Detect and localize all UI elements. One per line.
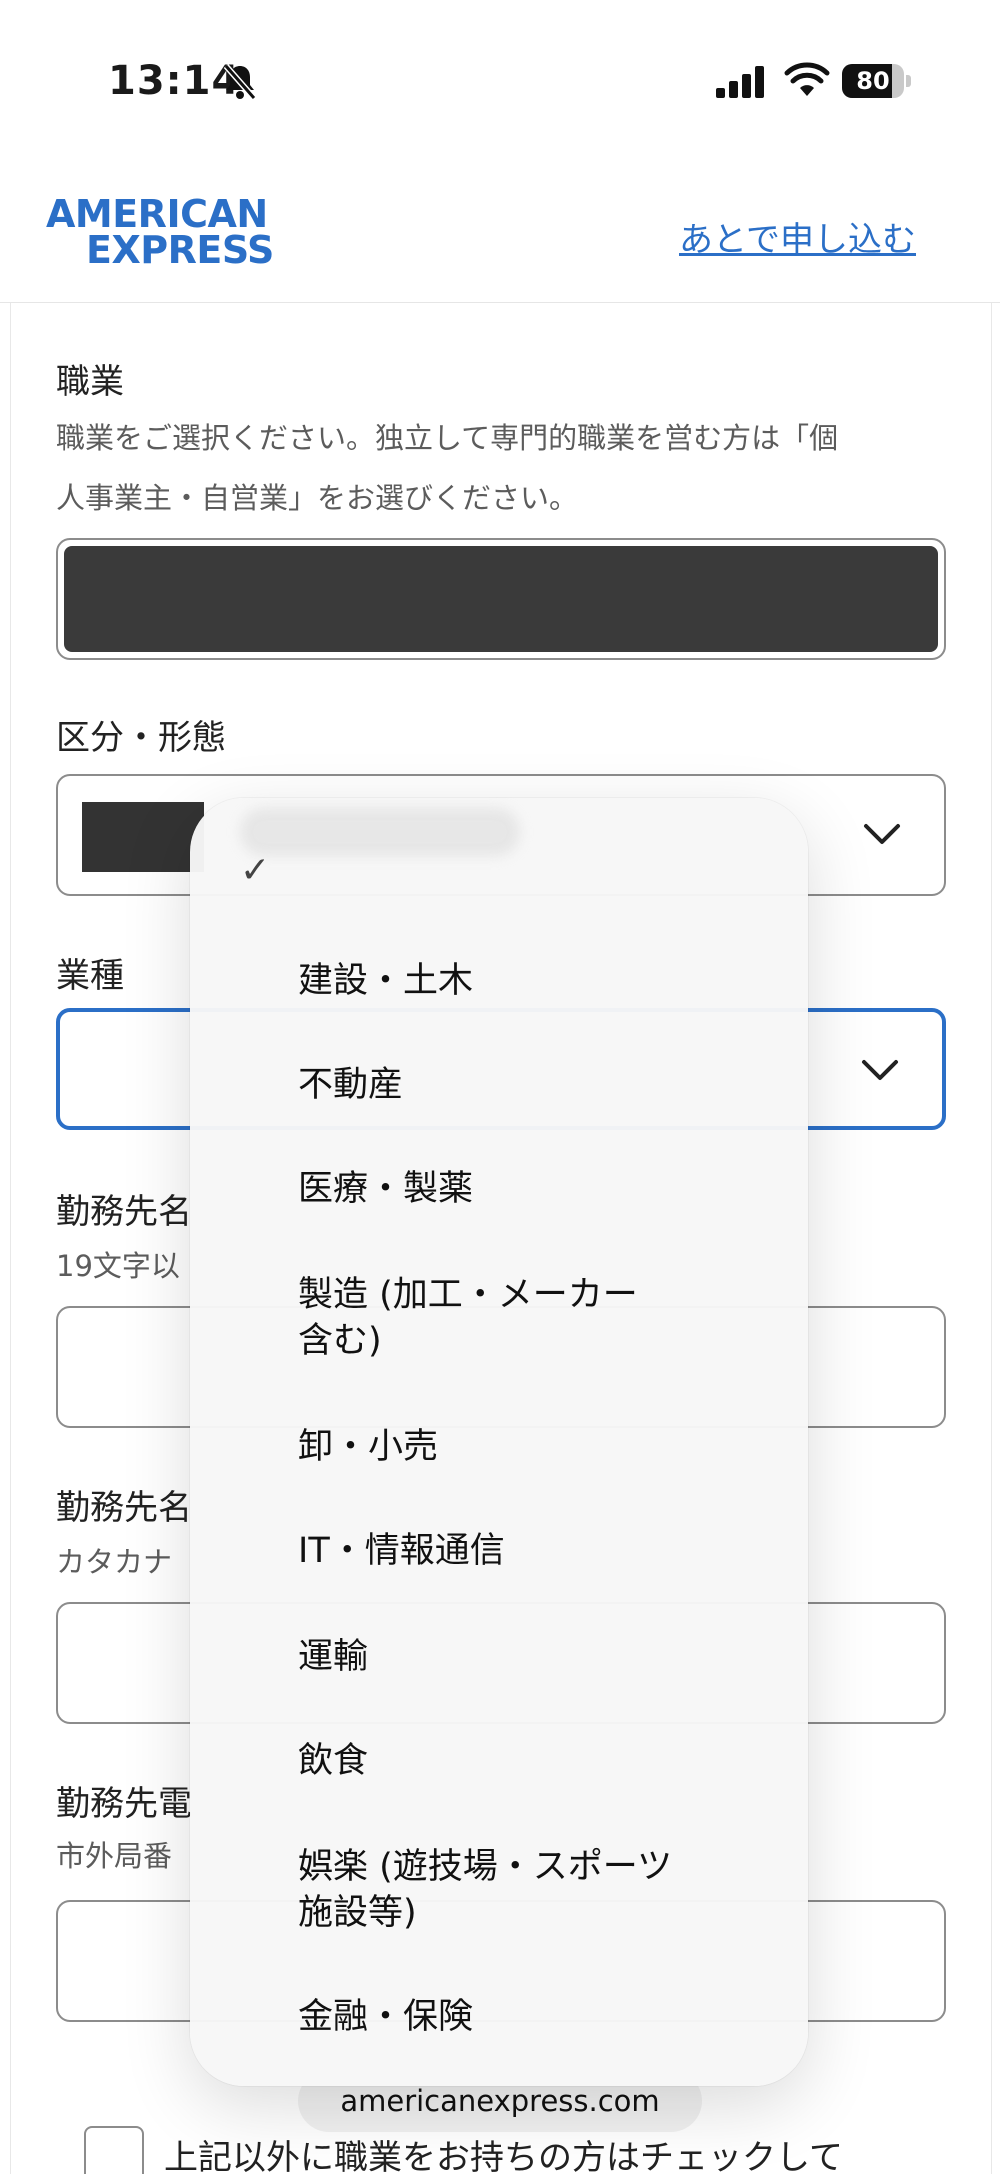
occupation-help-line-2: 人事業主・自営業」をお選びください。 <box>56 481 579 515</box>
dropdown-option-text: 医療・製薬 <box>298 1169 474 1209</box>
status-time: 13:14 <box>108 58 241 104</box>
occupation-label: 職業 <box>56 362 124 402</box>
occupation-help-line-1: 職業をご選択ください。独立して専門的職業を営む方は「個 <box>56 421 839 455</box>
occupation-select[interactable] <box>56 538 946 660</box>
category-label: 区分・形態 <box>56 718 226 758</box>
chevron-down-icon <box>862 1060 898 1080</box>
dropdown-option[interactable]: 建設・土木 <box>298 958 758 1004</box>
cellular-signal-icon <box>716 66 764 98</box>
dropdown-option[interactable]: 娯楽 (遊技場・スポーツ 施設等) <box>298 1844 758 1936</box>
employer-name-label: 勤務先名 <box>56 1192 192 1232</box>
industry-label: 業種 <box>56 956 124 996</box>
checkmark-icon: ✓ <box>240 850 271 891</box>
dropdown-option[interactable]: 医療・製薬 <box>298 1166 758 1212</box>
dropdown-option-line-1: 製造 (加工・メーカー <box>298 1275 638 1315</box>
amex-logo[interactable]: AMERICAN EXPRESS <box>46 192 300 272</box>
battery-indicator: 80 <box>842 64 912 98</box>
dropdown-option[interactable]: IT・情報通信 <box>298 1528 758 1574</box>
battery-percent: 80 <box>856 67 890 95</box>
dropdown-option-line-2: 含む) <box>298 1321 382 1361</box>
logo-line-2: EXPRESS <box>86 228 274 272</box>
dropdown-option[interactable]: 卸・小売 <box>298 1424 758 1470</box>
bell-slash-icon <box>223 64 257 100</box>
redacted-value <box>64 546 938 652</box>
employer-kana-label: 勤務先名 <box>56 1488 192 1528</box>
dropdown-option-line-2: 施設等) <box>298 1893 417 1933</box>
redacted-value <box>82 802 204 872</box>
employer-phone-label: 勤務先電 <box>56 1784 192 1824</box>
site-header: AMERICAN EXPRESS あとで申し込む <box>0 160 1000 303</box>
blurred-selected-value <box>240 808 520 856</box>
wifi-icon <box>784 62 830 96</box>
dropdown-option[interactable]: 飲食 <box>298 1738 758 1784</box>
industry-dropdown-menu: ✓ 建設・土木 不動産 医療・製薬 製造 (加工・メーカー 含む) 卸・小売 I… <box>190 798 808 2086</box>
status-bar: 13:14 80 <box>0 0 1000 160</box>
apply-later-link[interactable]: あとで申し込む <box>679 212 916 261</box>
chevron-down-icon <box>864 824 900 844</box>
dropdown-option[interactable]: 運輸 <box>298 1634 758 1680</box>
dropdown-option[interactable]: 製造 (加工・メーカー 含む) <box>298 1272 758 1364</box>
dropdown-option[interactable]: 不動産 <box>298 1062 758 1108</box>
other-occupation-checkbox-label: 上記以外に職業をお持ちの方はチェックして <box>164 2138 843 2174</box>
other-occupation-checkbox[interactable] <box>84 2126 144 2174</box>
dropdown-option-line-1: 娯楽 (遊技場・スポーツ <box>298 1847 673 1887</box>
dropdown-option[interactable]: 金融・保険 <box>298 1994 758 2040</box>
